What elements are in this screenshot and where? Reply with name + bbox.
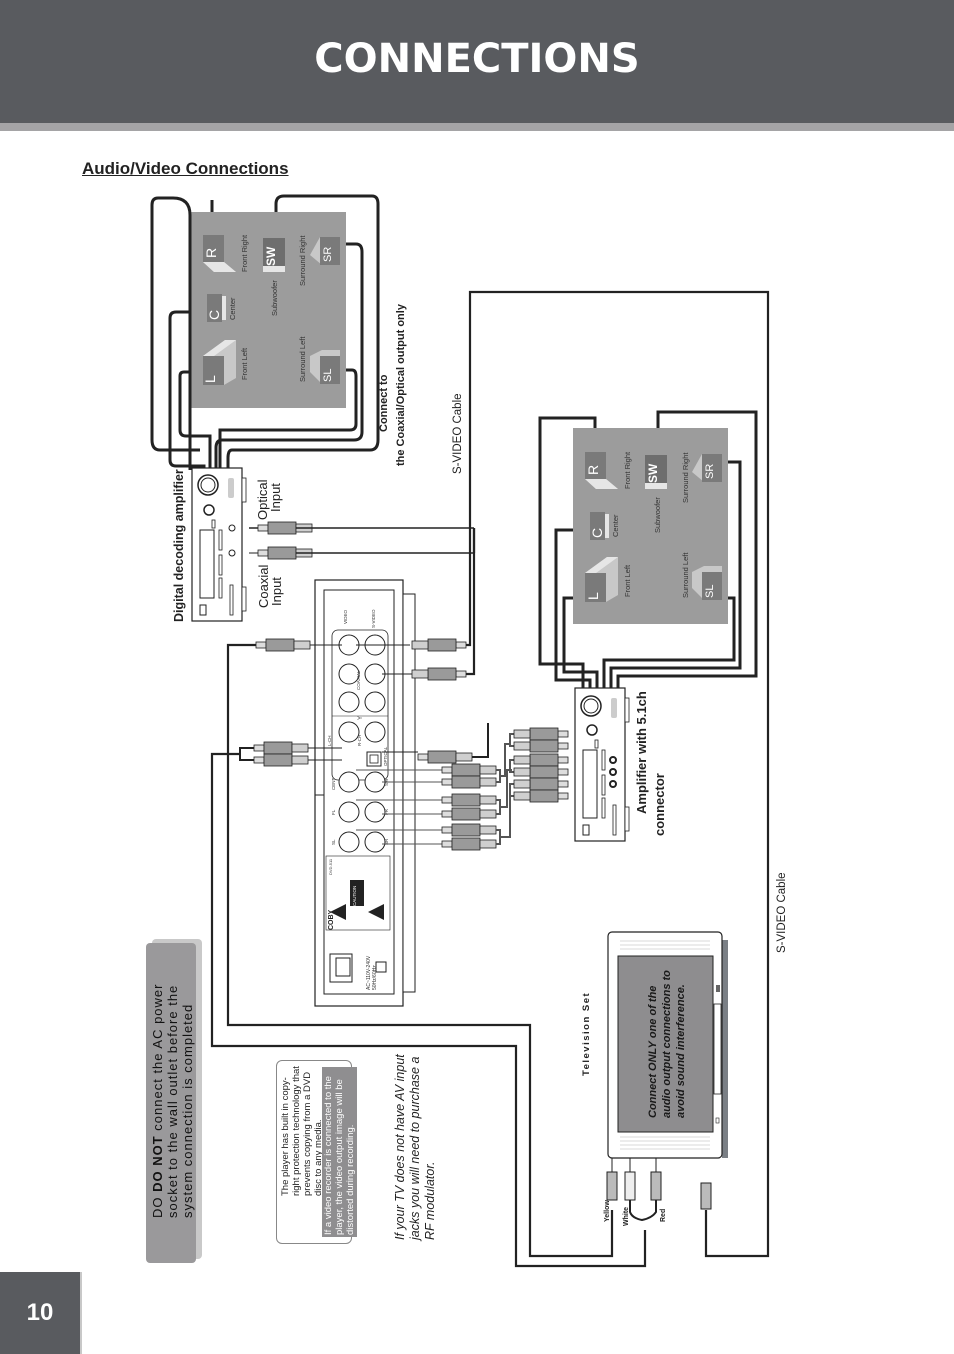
speaker-label-center-2: Center — [611, 514, 620, 537]
brand-label: COBY — [328, 909, 335, 930]
connect-to-label-1: Connect to — [378, 374, 390, 432]
yellow-label: Yellow — [604, 1200, 611, 1222]
jack-label-cent: CENT — [331, 777, 336, 790]
speaker-label-surround-left: Surround Left — [298, 336, 307, 382]
speaker-panel-right — [538, 410, 758, 690]
speaker-code-r: R — [203, 247, 219, 258]
svideo-cable-label-right: S-VIDEO Cable — [776, 872, 788, 953]
optical-coaxial-cables — [249, 521, 474, 560]
rf-modulator-note: If your TV does not have AV input jacks … — [393, 1054, 437, 1240]
speaker-code-c-2: C — [589, 527, 605, 538]
caution-label: CAUTION — [352, 885, 357, 906]
speaker-code-l: L — [202, 375, 218, 383]
ac-power-warning-text: DO DO NOT connect the AC power socket to… — [150, 948, 195, 1219]
speaker-code-c: C — [206, 309, 222, 320]
coaxial-input-label-2: Input — [269, 577, 284, 606]
speaker-label-front-right-2: Front Right — [623, 451, 632, 489]
speaker-code-sw: SW — [264, 246, 278, 266]
jack-label-video: VIDEO — [343, 609, 348, 624]
speaker-label-surround-right: Surround Right — [298, 235, 307, 286]
speaker-code-r-2: R — [585, 464, 601, 475]
digital-amp-label: Digital decoding amplifier — [172, 469, 186, 622]
connect-to-label-2: the Coaxial/Optical output only — [395, 304, 407, 466]
red-label: Red — [660, 1208, 667, 1222]
tv-note-bold: ONLY — [647, 1041, 659, 1071]
jack-label-coaxial: COAXIAL — [356, 670, 361, 690]
amp-51-label-1: Amplifier with 5.1ch — [634, 691, 649, 814]
tv-note: Connect ONLY one of the audio output con… — [646, 958, 688, 1118]
speaker-label-surround-right-2: Surround Right — [681, 452, 690, 503]
speaker-code-sw-2: SW — [646, 463, 660, 483]
digital-decoding-amplifier — [191, 467, 247, 622]
jack-label-sw: SW — [384, 778, 389, 786]
speaker-label-center: Center — [228, 297, 237, 320]
speaker-code-sr: SR — [322, 246, 334, 262]
speaker-code-l-2: L — [585, 592, 601, 600]
svideo-cable-label-top: S-VIDEO Cable — [452, 393, 464, 474]
dvd-player-rear-panel — [314, 579, 416, 1007]
tv-note-prefix: Connect — [647, 1070, 659, 1118]
jack-label-sl: SL — [331, 839, 336, 845]
jack-label-sr: SR — [384, 838, 389, 845]
speaker-label-front-left-2: Front Left — [623, 564, 632, 597]
video-recorder-text: If a video recorder is connected to the … — [322, 1067, 357, 1237]
jack-label-fl: FL — [331, 809, 336, 815]
speaker-label-subwoofer: Subwoofer — [270, 280, 279, 316]
copy-protection-text: The player has built in copy-right prote… — [280, 1066, 324, 1196]
speaker-code-sl-2: SL — [704, 584, 716, 598]
speaker-label-front-right: Front Right — [240, 234, 249, 272]
jack-label-svideo: S-VIDEO — [371, 609, 376, 628]
amplifier-5-1ch — [574, 687, 630, 842]
amp-51-label-2: connector — [652, 773, 667, 836]
white-label: White — [623, 1206, 630, 1226]
warning-prefix: DO — [150, 1191, 165, 1219]
warning-bold: DO NOT — [150, 1135, 165, 1192]
speaker-label-front-left: Front Left — [240, 347, 249, 380]
jack-label-lch: L-CH — [327, 735, 332, 746]
connection-diagram — [150, 194, 770, 1268]
jack-label-optical: OPTICAL — [383, 746, 388, 766]
speaker-code-sl: SL — [322, 368, 334, 382]
jack-label-y: Y — [358, 715, 364, 720]
optical-input-label-2: Input — [268, 483, 283, 512]
jack-label-fr: FR — [384, 809, 389, 815]
power-rating-label: AC~110V-240V 50Hz/60Hz — [366, 955, 378, 990]
speaker-label-subwoofer-2: Subwoofer — [653, 497, 662, 533]
jack-label-rch: R-CH — [357, 734, 362, 746]
speaker-panel-top — [150, 194, 380, 470]
page-number: 10 — [0, 1272, 80, 1354]
model-label: DVD-511 — [328, 858, 333, 875]
speaker-code-sr-2: SR — [704, 463, 716, 479]
speaker-label-surround-left-2: Surround Left — [681, 552, 690, 598]
tv-set-label: Television Set — [581, 991, 592, 1076]
